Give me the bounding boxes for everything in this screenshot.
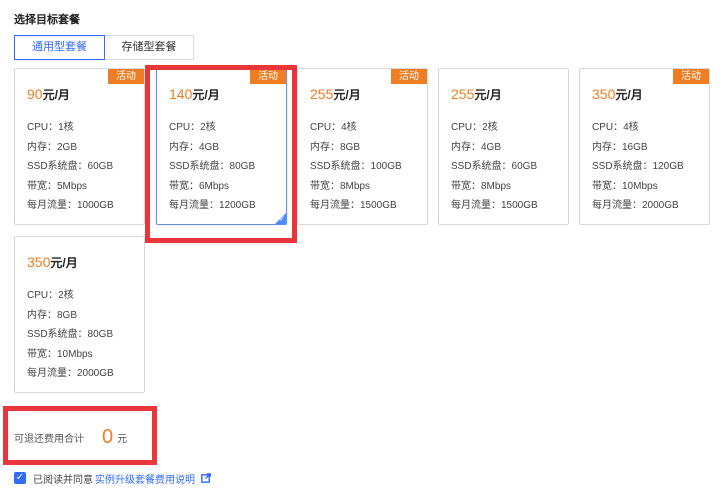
spec-disk: SSD系统盘：80GB: [27, 329, 114, 340]
agreement-text: 已阅读并同意: [33, 474, 93, 486]
spec-disk: SSD系统盘：60GB: [27, 161, 114, 172]
price-unit: 元/月: [192, 88, 220, 102]
refund-unit: 元: [117, 433, 128, 445]
price-amount: 255: [310, 86, 334, 102]
section-title: 选择目标套餐: [14, 14, 80, 26]
price-amount: 350: [27, 254, 51, 270]
spec-bandwidth: 带宽：10Mbps: [592, 180, 658, 192]
spec-cpu: CPU：4核: [310, 122, 357, 133]
promo-badge: 活动: [673, 69, 709, 84]
plan-card[interactable]: 255元/月 CPU：2核 内存：4GB SSD系统盘：60GB 带宽：8Mbp…: [438, 68, 569, 225]
spec-cpu: CPU：4核: [592, 122, 639, 133]
agreement-checkbox[interactable]: ✓: [14, 472, 26, 484]
price-amount: 255: [451, 86, 475, 102]
spec-memory: 内存：16GB: [592, 141, 648, 153]
tab-storage-plans[interactable]: 存储型套餐: [104, 35, 194, 60]
price-unit: 元/月: [333, 88, 361, 102]
price-amount: 140: [169, 86, 193, 102]
spec-memory: 内存：4GB: [451, 141, 502, 153]
plan-card[interactable]: 活动 90元/月 CPU：1核 内存：2GB SSD系统盘：60GB 带宽：5M…: [14, 68, 145, 225]
spec-disk: SSD系统盘：80GB: [169, 161, 256, 172]
promo-badge: 活动: [250, 69, 286, 84]
plan-specs: CPU：4核 内存：8GB SSD系统盘：100GB 带宽：8Mbps 每月流量…: [310, 118, 402, 216]
spec-memory: 内存：4GB: [169, 141, 220, 153]
check-icon: ✓: [15, 472, 25, 483]
spec-bandwidth: 带宽：8Mbps: [310, 180, 371, 192]
plan-price: 255元/月: [451, 86, 502, 104]
tab-general-plans[interactable]: 通用型套餐: [14, 35, 105, 60]
price-unit: 元/月: [50, 256, 78, 270]
spec-cpu: CPU：1核: [27, 122, 74, 133]
price-unit: 元/月: [474, 88, 502, 102]
plan-card[interactable]: 活动 350元/月 CPU：4核 内存：16GB SSD系统盘：120GB 带宽…: [579, 68, 710, 225]
plan-price: 90元/月: [27, 86, 70, 104]
price-unit: 元/月: [615, 88, 643, 102]
spec-bandwidth: 带宽：6Mbps: [169, 180, 230, 192]
plan-card-selected[interactable]: 活动 140元/月 CPU：2核 内存：4GB SSD系统盘：80GB 带宽：6…: [156, 68, 287, 225]
promo-badge: 活动: [108, 69, 144, 84]
plan-specs: CPU：2核 内存：4GB SSD系统盘：80GB 带宽：6Mbps 每月流量：…: [169, 118, 256, 216]
spec-disk: SSD系统盘：120GB: [592, 161, 684, 172]
check-icon: ✓: [279, 216, 285, 223]
spec-cpu: CPU：2核: [27, 290, 74, 301]
fee-description-link[interactable]: 实例升级套餐费用说明: [95, 471, 195, 486]
plan-price: 350元/月: [592, 86, 643, 104]
plan-price: 140元/月: [169, 86, 220, 104]
spec-memory: 内存：2GB: [27, 141, 78, 153]
plan-specs: CPU：1核 内存：2GB SSD系统盘：60GB 带宽：5Mbps 每月流量：…: [27, 118, 114, 216]
spec-bandwidth: 带宽：8Mbps: [451, 180, 512, 192]
refund-total: 可退还费用合计 0 元: [14, 424, 127, 450]
refund-label: 可退还费用合计: [14, 433, 84, 445]
agreement-row: ✓ 已阅读并同意 实例升级套餐费用说明: [14, 470, 211, 486]
price-amount: 350: [592, 86, 616, 102]
spec-cpu: CPU：2核: [169, 122, 216, 133]
spec-traffic: 每月流量：1500GB: [310, 200, 397, 211]
plan-type-tabs: 通用型套餐 存储型套餐: [14, 35, 194, 60]
spec-memory: 内存：8GB: [310, 141, 361, 153]
spec-cpu: CPU：2核: [451, 122, 498, 133]
spec-memory: 内存：8GB: [27, 309, 78, 321]
plan-price: 350元/月: [27, 254, 78, 272]
spec-bandwidth: 带宽：10Mbps: [27, 348, 93, 360]
spec-disk: SSD系统盘：100GB: [310, 161, 402, 172]
spec-traffic: 每月流量：1500GB: [451, 200, 538, 211]
promo-badge: 活动: [391, 69, 427, 84]
spec-bandwidth: 带宽：5Mbps: [27, 180, 88, 192]
plan-card[interactable]: 活动 255元/月 CPU：4核 内存：8GB SSD系统盘：100GB 带宽：…: [297, 68, 428, 225]
spec-traffic: 每月流量：1000GB: [27, 200, 114, 211]
price-unit: 元/月: [42, 88, 70, 102]
plan-specs: CPU：4核 内存：16GB SSD系统盘：120GB 带宽：10Mbps 每月…: [592, 118, 684, 216]
price-amount: 90: [27, 86, 43, 102]
refund-amount: 0: [102, 425, 114, 448]
plan-price: 255元/月: [310, 86, 361, 104]
external-link-icon[interactable]: [201, 473, 211, 483]
spec-disk: SSD系统盘：60GB: [451, 161, 538, 172]
spec-traffic: 每月流量：1200GB: [169, 200, 256, 211]
plan-specs: CPU：2核 内存：4GB SSD系统盘：60GB 带宽：8Mbps 每月流量：…: [451, 118, 538, 216]
plan-specs: CPU：2核 内存：8GB SSD系统盘：80GB 带宽：10Mbps 每月流量…: [27, 286, 114, 384]
plan-card[interactable]: 350元/月 CPU：2核 内存：8GB SSD系统盘：80GB 带宽：10Mb…: [14, 236, 145, 393]
spec-traffic: 每月流量：2000GB: [27, 368, 114, 379]
spec-traffic: 每月流量：2000GB: [592, 200, 679, 211]
